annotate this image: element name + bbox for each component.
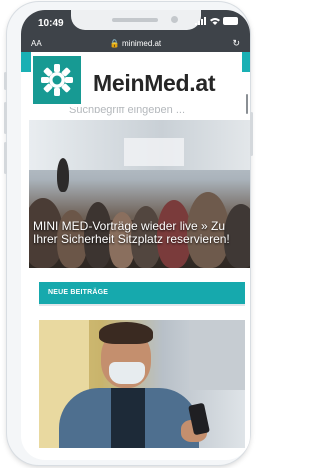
site-logo[interactable]: [33, 56, 81, 104]
scrollbar[interactable]: [246, 94, 248, 114]
section-divider: [39, 304, 245, 306]
hero-window: [124, 138, 184, 166]
person-shirt: [111, 388, 145, 448]
phone-side-button: [250, 112, 253, 156]
status-bar: 10:49: [21, 10, 250, 36]
status-icons: [195, 17, 238, 25]
face-mask: [109, 362, 145, 384]
battery-icon: [223, 17, 238, 25]
hero-headline[interactable]: MINI MED-Vorträge wieder live » Zu Ihrer…: [33, 220, 238, 246]
background-building: [189, 320, 245, 390]
speaker-person: [57, 158, 69, 192]
url-display[interactable]: 🔒 minimed.at: [21, 39, 250, 48]
wifi-icon: [210, 18, 220, 25]
speaker-grille: [112, 18, 158, 22]
phone-frame: 10:49 AA 🔒 minimed.at ↻ MeinMed.at Suchb…: [4, 2, 253, 465]
lock-icon: 🔒: [109, 39, 120, 48]
signal-icon: [195, 17, 206, 25]
sun-gear-logo-icon: [41, 64, 73, 96]
header-accent: [21, 52, 31, 72]
front-camera: [171, 16, 178, 23]
browser-url-bar[interactable]: AA 🔒 minimed.at ↻: [21, 36, 250, 52]
person-hair: [99, 322, 153, 344]
phone-side-button: [4, 142, 7, 174]
phone-screen: 10:49 AA 🔒 minimed.at ↻ MeinMed.at Suchb…: [21, 10, 250, 460]
search-input[interactable]: Suchbegriff eingeben ...: [69, 107, 185, 117]
phone-notch: [71, 10, 201, 30]
phone-side-button: [4, 72, 7, 90]
status-time: 10:49: [38, 18, 64, 29]
article-image[interactable]: [39, 320, 245, 448]
reload-icon[interactable]: ↻: [232, 38, 240, 49]
site-logo-text[interactable]: MeinMed.at: [93, 70, 216, 97]
phone-side-button: [4, 102, 7, 134]
section-heading: NEUE BEITRÄGE: [39, 282, 245, 304]
header-accent: [242, 52, 250, 72]
url-text: minimed.at: [122, 39, 162, 48]
